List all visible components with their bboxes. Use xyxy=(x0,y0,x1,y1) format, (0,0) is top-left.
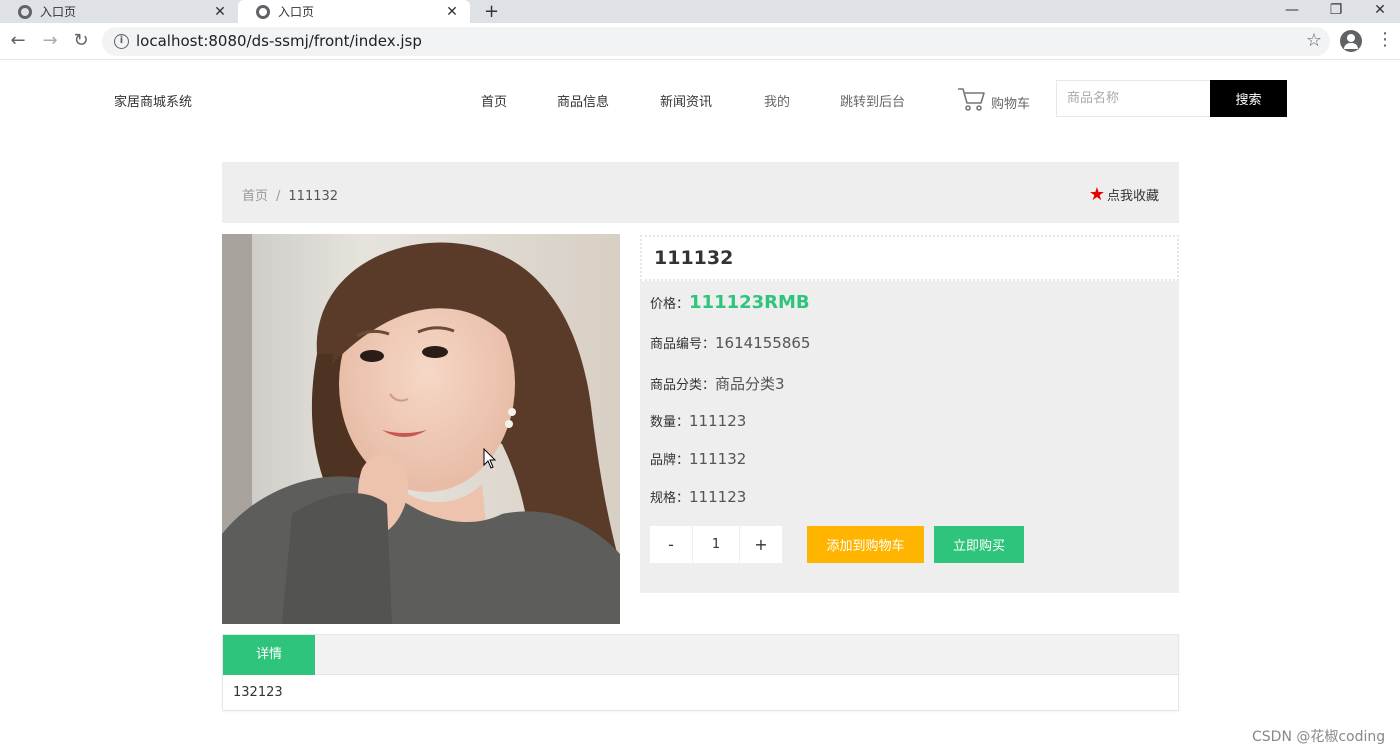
globe-icon xyxy=(256,4,270,19)
buy-now-button[interactable]: 立即购买 xyxy=(934,526,1024,563)
nav-news[interactable]: 新闻资讯 xyxy=(660,91,712,110)
back-arrow-icon[interactable]: ← xyxy=(6,29,30,53)
code-value: 1614155865 xyxy=(715,334,811,352)
brand-value: 111132 xyxy=(689,450,747,468)
breadcrumb-separator: / xyxy=(276,189,281,204)
cart-label: 购物车 xyxy=(991,97,1031,112)
brand-row: 品牌： 111132 xyxy=(650,449,746,468)
spec-value: 111123 xyxy=(689,488,747,506)
profile-avatar-icon[interactable] xyxy=(1340,30,1362,52)
breadcrumb-bar: 首页 / 111132 ★ 点我收藏 xyxy=(222,162,1179,223)
nav-home[interactable]: 首页 xyxy=(481,91,507,110)
spec-row: 规格： 111123 xyxy=(650,487,746,506)
category-value: 商品分类3 xyxy=(715,375,785,393)
new-tab-button[interactable]: + xyxy=(484,0,499,23)
category-row: 商品分类： 商品分类3 xyxy=(650,373,785,394)
star-icon: ★ xyxy=(1088,184,1105,205)
browser-tab[interactable]: 入口页 ✕ xyxy=(0,0,238,23)
price-label: 价格： xyxy=(650,297,690,312)
minimize-button[interactable]: — xyxy=(1272,0,1312,23)
nav-products[interactable]: 商品信息 xyxy=(557,91,609,110)
add-to-cart-button[interactable]: 添加到购物车 xyxy=(807,526,924,563)
close-tab-icon[interactable]: ✕ xyxy=(210,4,230,20)
breadcrumb: 首页 / 111132 xyxy=(242,185,338,204)
code-label: 商品编号： xyxy=(650,337,716,352)
breadcrumb-home[interactable]: 首页 xyxy=(242,189,268,204)
category-label: 商品分类： xyxy=(650,378,716,393)
restore-button[interactable]: ❐ xyxy=(1316,0,1356,23)
browser-tab-strip: 入口页 ✕ 入口页 ✕ + — ❐ ✕ xyxy=(0,0,1400,23)
brand-label: 品牌： xyxy=(650,453,690,468)
price-value: 111123RMB xyxy=(689,292,810,313)
spec-label: 规格： xyxy=(650,491,690,506)
info-icon[interactable]: i xyxy=(114,34,129,49)
cart-link[interactable]: 购物车 xyxy=(957,86,1030,112)
browser-toolbar: ← → ↻ i localhost:8080/ds-ssmj/front/ind… xyxy=(0,23,1400,60)
close-tab-icon[interactable]: ✕ xyxy=(442,4,462,20)
shopping-cart-icon xyxy=(958,88,985,111)
nav-admin[interactable]: 跳转到后台 xyxy=(840,91,905,110)
site-brand[interactable]: 家居商城系统 xyxy=(114,91,192,110)
mouse-cursor-icon xyxy=(483,448,497,469)
code-row: 商品编号： 1614155865 xyxy=(650,333,810,352)
search-input[interactable] xyxy=(1056,80,1211,117)
quantity-stepper: - + xyxy=(650,526,782,563)
menu-dots-icon[interactable]: ⋮ xyxy=(1376,29,1394,50)
details-tab-bar: 详情 xyxy=(223,635,1178,675)
increase-button[interactable]: + xyxy=(740,526,782,563)
browser-tab-title: 入口页 xyxy=(40,5,77,19)
browser-tab-active[interactable]: 入口页 ✕ xyxy=(238,0,470,23)
product-image xyxy=(222,234,620,624)
url-text[interactable]: localhost:8080/ds-ssmj/front/index.jsp xyxy=(136,32,422,50)
price-row: 价格： 111123RMB xyxy=(650,292,810,313)
forward-arrow-icon[interactable]: → xyxy=(38,29,62,53)
details-content: 132123 xyxy=(233,685,283,700)
favorite-button[interactable]: ★ 点我收藏 xyxy=(1089,184,1159,205)
browser-tab-title: 入口页 xyxy=(278,5,315,19)
nav-mine[interactable]: 我的 xyxy=(764,91,790,110)
tab-details[interactable]: 详情 xyxy=(223,635,315,675)
order-quantity-input[interactable] xyxy=(692,526,740,563)
product-info-panel: 价格： 111123RMB 商品编号： 1614155865 商品分类： 商品分… xyxy=(640,281,1179,593)
bookmark-star-icon[interactable]: ☆ xyxy=(1306,30,1322,51)
search-button[interactable]: 搜索 xyxy=(1210,80,1287,117)
watermark: CSDN @花椒coding xyxy=(1252,729,1386,745)
breadcrumb-current: 111132 xyxy=(288,189,339,204)
product-title-box: 111132 xyxy=(640,235,1179,281)
decrease-button[interactable]: - xyxy=(650,526,692,563)
window-close-button[interactable]: ✕ xyxy=(1360,0,1400,23)
address-bar[interactable]: i localhost:8080/ds-ssmj/front/index.jsp… xyxy=(102,27,1330,56)
quantity-value: 111123 xyxy=(689,412,747,430)
quantity-row: 数量： 111123 xyxy=(650,411,746,430)
favorite-label: 点我收藏 xyxy=(1106,189,1159,204)
quantity-label: 数量： xyxy=(650,415,690,430)
globe-icon xyxy=(18,4,32,19)
product-title: 111132 xyxy=(654,247,734,269)
product-photo xyxy=(222,234,620,624)
details-section: 详情 132123 xyxy=(222,634,1179,711)
reload-icon[interactable]: ↻ xyxy=(69,29,93,53)
